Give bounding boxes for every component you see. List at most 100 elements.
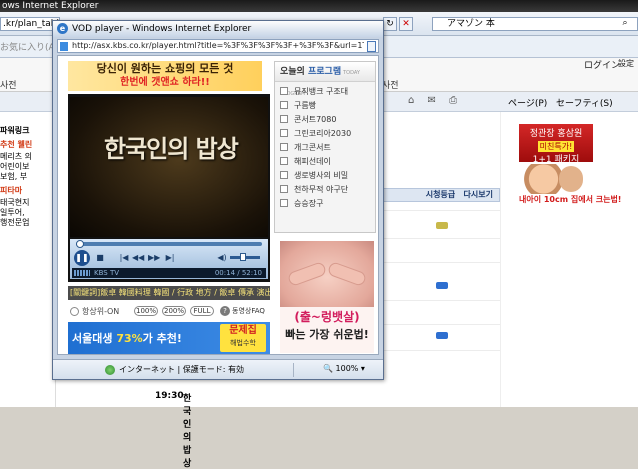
left-column-line: 메리츠 의 (0, 152, 32, 161)
search-icon[interactable]: ⌕ (618, 17, 632, 31)
list-item[interactable]: 생로병사의 비밀 (280, 170, 375, 184)
shopping-banner-ad[interactable]: 당신이 원하는 쇼핑의 모든 것 한번에 갯앤쇼 하라!! (68, 61, 262, 91)
background-title: ows Internet Explorer (2, 1, 99, 11)
program-panel-title: 오늘의 프로그램 TODAY PROGRAM (275, 62, 375, 97)
video-screen[interactable]: 한국인의 밥상 (70, 97, 268, 237)
ie-icon: e (57, 23, 68, 34)
safety-menu[interactable]: セーフティ(S) (556, 96, 613, 109)
security-zone[interactable]: インターネット | 保護モード: 有効 (119, 364, 244, 375)
volume-icon[interactable]: ◀) (216, 253, 228, 263)
background-search-field[interactable]: アマゾン 本 (432, 17, 638, 31)
grade-badge (436, 282, 448, 289)
study-ad-text: 서울대생 73%가 추천! (72, 330, 182, 346)
list-item[interactable]: 구름빵 (280, 100, 375, 114)
program-checkbox[interactable] (280, 87, 288, 95)
program-checkbox[interactable] (280, 157, 288, 165)
forward-button[interactable]: ▶▶ (148, 253, 160, 263)
belly-ad-text[interactable]: (출~렁뱃살) 빠는 가장 쉬운법! (280, 307, 374, 353)
help-icon[interactable]: ? (220, 306, 230, 316)
page-icon (60, 42, 68, 51)
stop-icon[interactable]: ✕ (399, 17, 413, 31)
background-right-column: 정관장 홍삼원 미친특가! 1+1 패키지 내아이 10cm 집에서 크는법! (500, 112, 638, 407)
program-label: 천하무적 야구단 (294, 185, 349, 194)
settings-link[interactable]: 設定 (618, 58, 634, 69)
program-label: 콘서트7080 (294, 115, 337, 124)
rewind-button[interactable]: ◀◀ (132, 253, 144, 263)
next-button[interactable]: ▶| (164, 253, 176, 263)
kids-ad-image[interactable] (519, 164, 589, 194)
list-item[interactable]: 뮤직뱅크 구조대 (280, 86, 375, 100)
program-label: 구름빵 (294, 101, 317, 110)
schedule-program[interactable]: 한국인의 밥상 (183, 391, 191, 469)
video-player: 한국인의 밥상 ❚❚ ■ |◀ ◀◀ ▶▶ ▶| ◀) KBS TV 00:14… (68, 94, 270, 282)
program-checkbox[interactable] (280, 129, 288, 137)
list-item[interactable]: 승승장구 (280, 198, 375, 212)
list-item[interactable]: 그린코리아2030 (280, 128, 375, 142)
list-item[interactable]: 개그콘서트 (280, 142, 375, 156)
hand-image (326, 260, 368, 288)
video-faq-link[interactable]: 동영상FAQ (232, 306, 265, 316)
study-ad[interactable]: 서울대생 73%가 추천! 문제집 해법수학 (68, 322, 270, 354)
popup-title-bar[interactable]: e VOD player - Windows Internet Explorer (53, 21, 383, 37)
size-200-button[interactable]: 200% (162, 306, 186, 316)
popup-content: 당신이 원하는 쇼핑의 모든 것 한번에 갯앤쇼 하라!! 한국인의 밥상 ❚❚… (57, 55, 379, 355)
program-checkbox[interactable] (280, 143, 288, 151)
volume-slider[interactable] (230, 253, 260, 261)
favorites-button[interactable]: お気に入り(A) (0, 40, 58, 53)
list-item[interactable]: 해피선데이 (280, 156, 375, 170)
ginseng-ad-tag: 미친특가! (537, 141, 575, 152)
kids-ad-text[interactable]: 내아이 10cm 집에서 크는법! (519, 194, 621, 205)
schedule-header-replay: 다시보기 (463, 190, 493, 199)
document-icon[interactable] (367, 41, 376, 52)
keyword-tags: [關鍵詞]飯卓 韓國料理 韓國 / 行政 地方 / 飯卓 傳承 演出 (68, 286, 270, 300)
volume-handle[interactable] (240, 253, 246, 261)
always-on-top-toggle[interactable] (70, 307, 79, 316)
program-label: 해피선데이 (294, 157, 331, 166)
seek-handle[interactable] (76, 240, 84, 248)
login-link[interactable]: ログイン (584, 58, 620, 71)
banner-line-1: 당신이 원하는 쇼핑의 모든 것 (96, 62, 234, 75)
program-title-bold: 프로그램 (307, 67, 342, 77)
stop-button[interactable]: ■ (94, 253, 106, 263)
globe-icon (105, 365, 115, 375)
schedule-header-grade: 시청등급 (425, 190, 456, 199)
home-icon[interactable]: ⌂ ✉ ⎙ (408, 95, 462, 106)
popup-url[interactable]: http://asx.kbs.co.kr/player.html?title=%… (72, 40, 364, 52)
zoom-level[interactable]: 🔍 100% ▾ (323, 364, 365, 373)
page-menu[interactable]: ページ(P) (508, 96, 547, 109)
program-checkbox[interactable] (280, 199, 288, 207)
channel-label: KBS TV (94, 269, 120, 277)
program-checkbox[interactable] (280, 185, 288, 193)
left-column-line: 일투어, (0, 208, 25, 217)
signal-icon (74, 270, 90, 276)
belly-ad-image[interactable] (280, 241, 374, 307)
previous-button[interactable]: |◀ (118, 253, 130, 263)
schedule-time: 19:30 (155, 391, 184, 401)
site-right-heading: 사전 (382, 81, 399, 91)
background-url-field[interactable]: .kr/plan_table (0, 17, 60, 31)
pause-button[interactable]: ❚❚ (74, 250, 90, 266)
study-ad-percent: 73% (116, 332, 143, 345)
program-label: 개그콘서트 (294, 143, 331, 152)
program-label: 생로병사의 비밀 (294, 171, 349, 180)
ginseng-ad[interactable]: 정관장 홍삼원 미친특가! 1+1 패키지 (519, 124, 593, 165)
background-title-bar: ows Internet Explorer (0, 0, 638, 12)
list-item[interactable]: 콘서트7080 (280, 114, 375, 128)
size-100-button[interactable]: 100% (134, 306, 158, 316)
today-program-panel: 오늘의 프로그램 TODAY PROGRAM 뮤직뱅크 구조대 구름빵 콘서트70… (274, 61, 376, 233)
refresh-icon[interactable]: ↻ (383, 17, 397, 31)
program-checkbox[interactable] (280, 115, 288, 123)
program-checkbox[interactable] (280, 171, 288, 179)
left-column-line[interactable]: 피타마 (0, 186, 56, 196)
list-item[interactable]: 천하무적 야구단 (280, 184, 375, 198)
popup-title: VOD player - Windows Internet Explorer (72, 24, 252, 34)
popup-status-bar: インターネット | 保護モード: 有効 🔍 100% ▾ (53, 359, 383, 379)
left-column-line[interactable]: 추천 웰린 (0, 140, 56, 150)
study-ad-text-post: 가 추천! (142, 332, 182, 345)
kid-face-image (559, 166, 583, 192)
seek-bar[interactable] (76, 240, 262, 248)
program-checkbox[interactable] (280, 101, 288, 109)
player-status-strip: KBS TV 00:14 / 52:10 (72, 268, 266, 278)
size-full-button[interactable]: FULL (190, 306, 214, 316)
playback-time: 00:14 / 52:10 (214, 269, 262, 277)
